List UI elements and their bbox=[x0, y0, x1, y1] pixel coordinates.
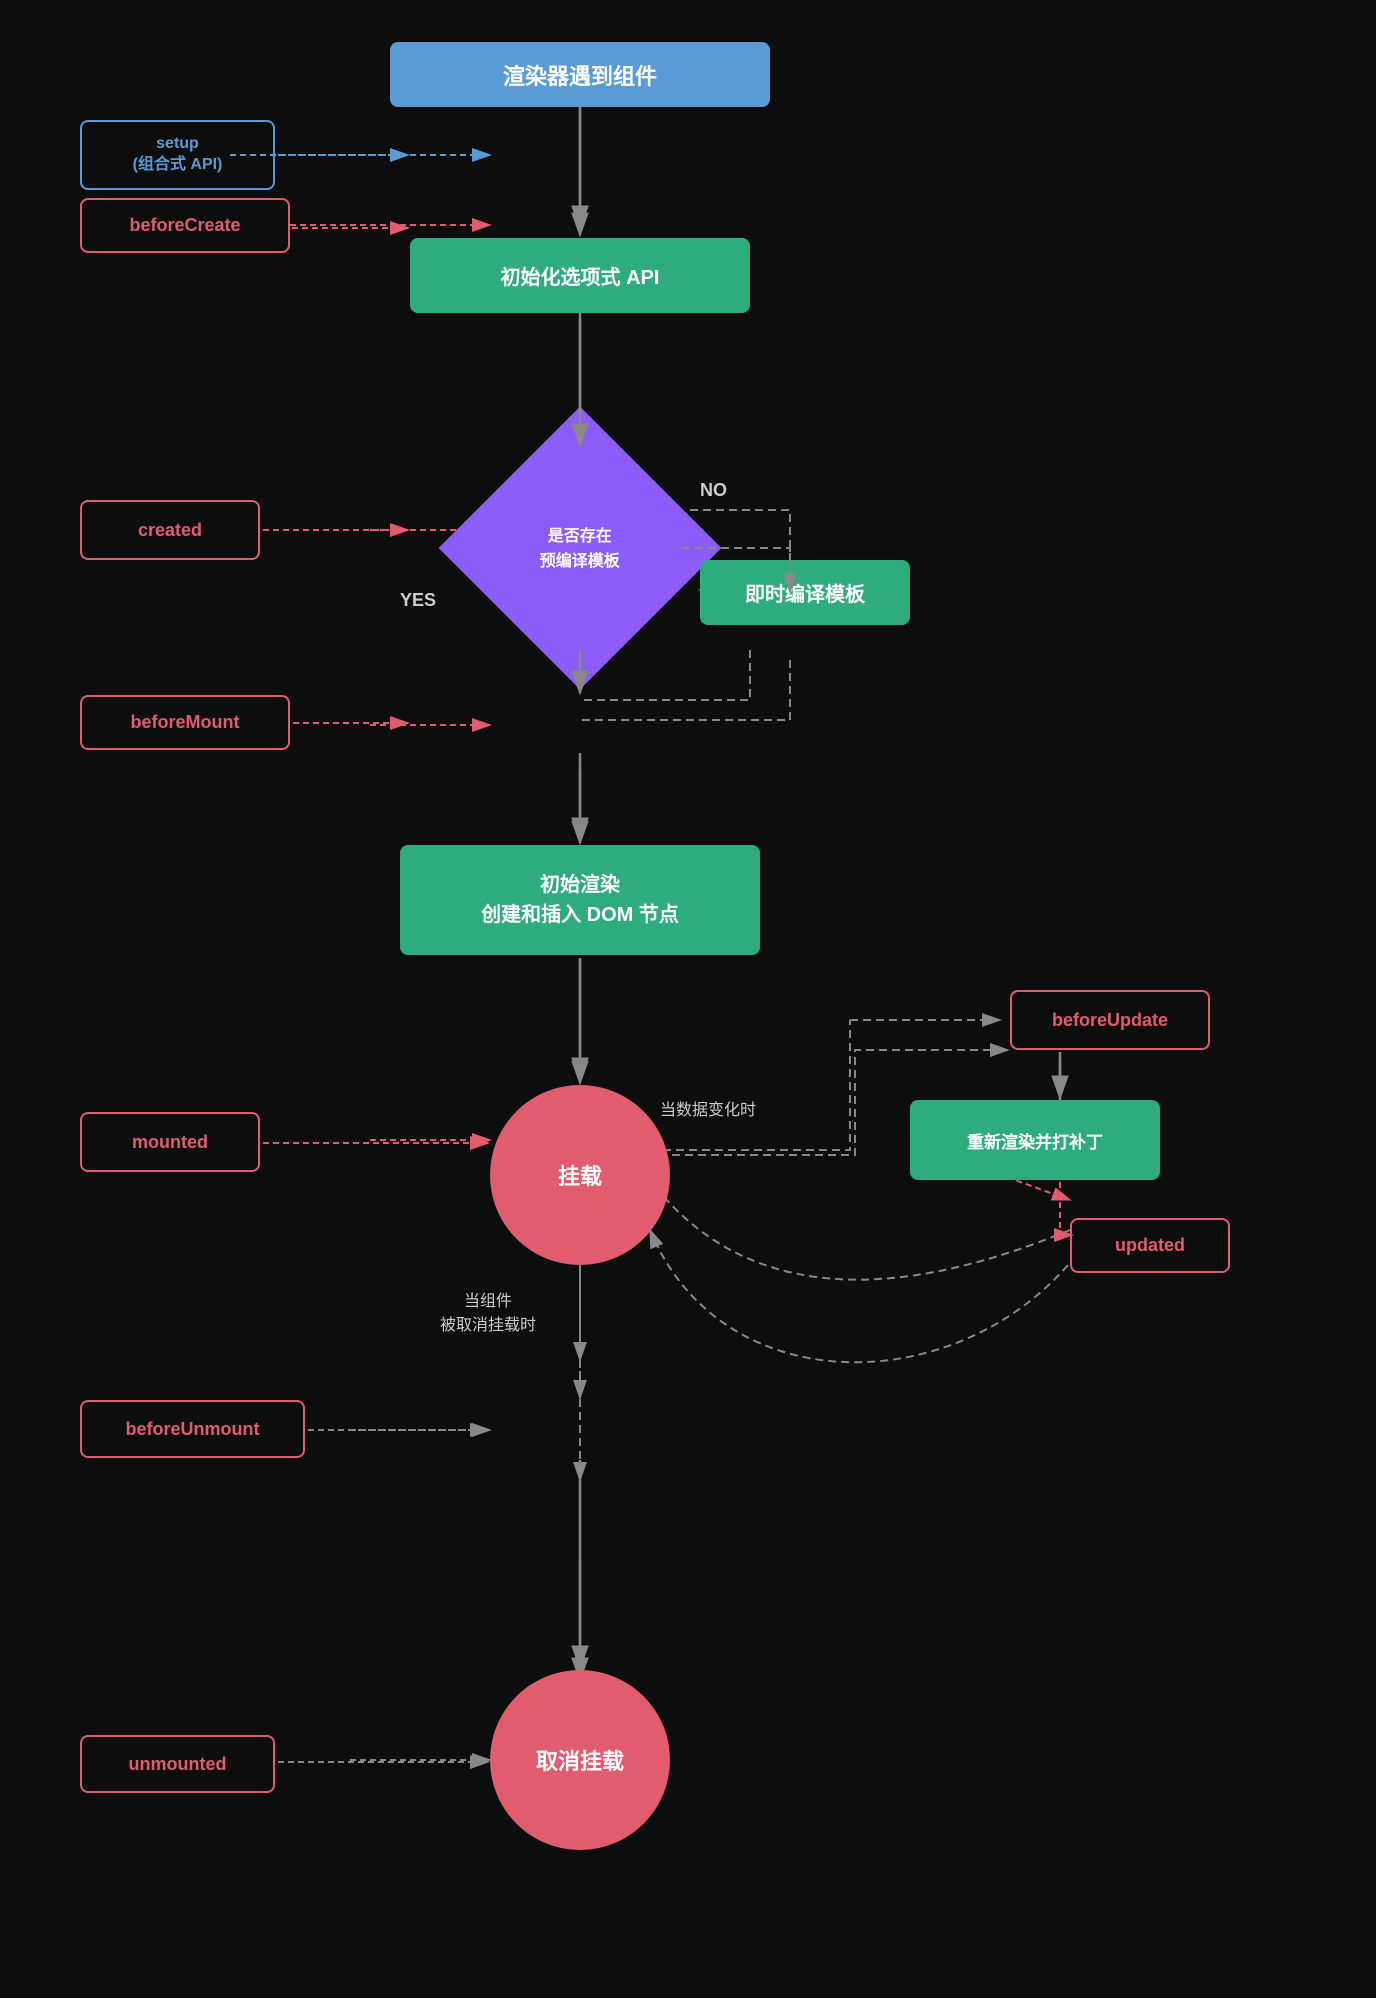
before-create-node: beforeCreate bbox=[80, 198, 290, 253]
has-precompiled-node: 是否存在 预编译模板 bbox=[439, 407, 722, 690]
diagram-container: 渲染器遇到组件 setup (组合式 API) beforeCreate 初始化… bbox=[0, 0, 1376, 1998]
re-render-node: 重新渲染并打补丁 bbox=[910, 1100, 1160, 1180]
created-node: created bbox=[80, 500, 260, 560]
yes-label: YES bbox=[400, 590, 436, 611]
updated-node: updated bbox=[1070, 1218, 1230, 1273]
mounted-circle-node: 挂载 bbox=[490, 1085, 670, 1265]
when-unmounted-label: 当组件 被取消挂载时 bbox=[440, 1290, 536, 1338]
before-unmount-node: beforeUnmount bbox=[80, 1400, 305, 1458]
no-label: NO bbox=[700, 480, 727, 501]
mounted-node: mounted bbox=[80, 1112, 260, 1172]
jit-compile-node: 即时编译模板 bbox=[700, 560, 910, 625]
initial-render-node: 初始渲染 创建和插入 DOM 节点 bbox=[400, 845, 760, 955]
init-options-api-node: 初始化选项式 API bbox=[410, 238, 750, 313]
unmount-circle-node: 取消挂载 bbox=[490, 1670, 670, 1850]
setup-api-node: setup (组合式 API) bbox=[80, 120, 275, 190]
unmounted-node: unmounted bbox=[80, 1735, 275, 1793]
before-mount-node: beforeMount bbox=[80, 695, 290, 750]
renderer-meets-component: 渲染器遇到组件 bbox=[390, 42, 770, 107]
before-update-node: beforeUpdate bbox=[1010, 990, 1210, 1050]
when-data-changes-label: 当数据变化时 bbox=[660, 1100, 756, 1122]
